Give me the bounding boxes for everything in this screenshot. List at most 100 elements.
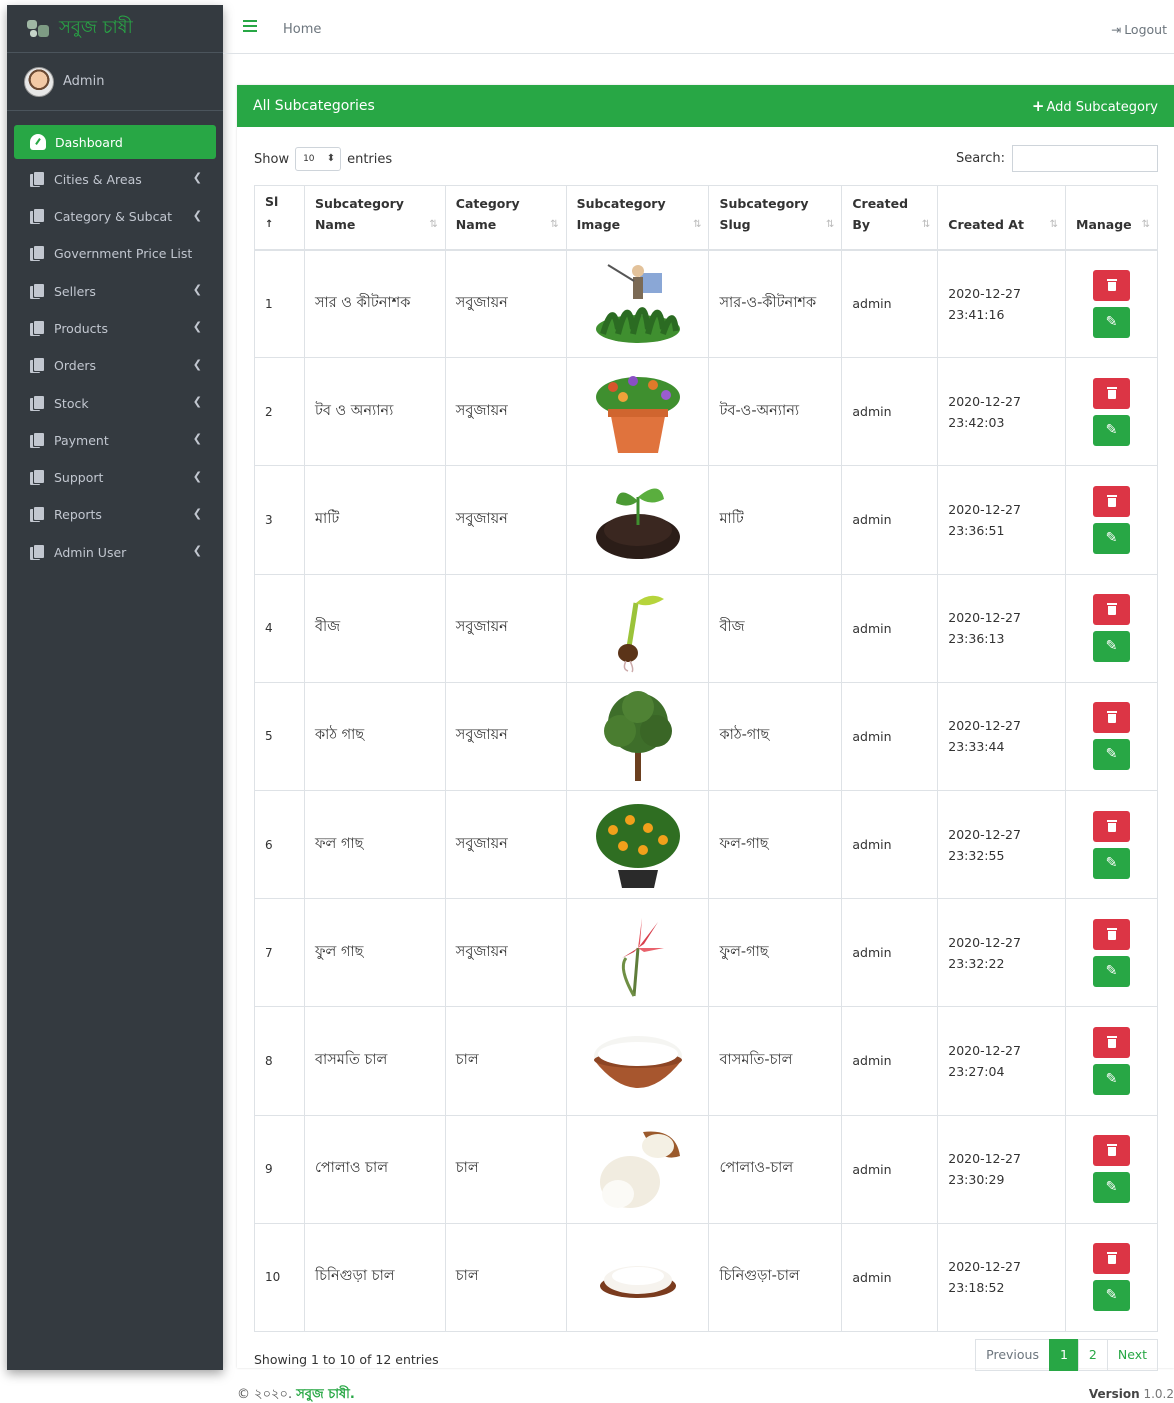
column-header[interactable]: Manage ⇅ xyxy=(1065,185,1158,251)
sidebar-item-government-price-list[interactable]: Government Price List xyxy=(14,237,216,271)
delete-button[interactable] xyxy=(1093,594,1131,626)
cell-subcategory-slug: পোলাও-চাল xyxy=(708,1114,843,1224)
trash-icon xyxy=(1106,1144,1117,1157)
sidebar-item-payment[interactable]: Payment ❮ xyxy=(14,423,216,457)
page-2-button[interactable]: 2 xyxy=(1077,1339,1108,1371)
edit-button[interactable]: ✎ xyxy=(1093,1280,1131,1312)
created-time: 23:18:52 xyxy=(948,1280,1005,1296)
column-header[interactable]: Subcategory Image ⇅ xyxy=(565,185,710,251)
edit-button[interactable]: ✎ xyxy=(1093,306,1131,338)
cell-created-at: 2020-12-27 23:32:55 xyxy=(937,789,1067,900)
cell-created-by: admin xyxy=(841,1114,939,1224)
next-page-button[interactable]: Next xyxy=(1106,1339,1158,1371)
edit-button[interactable]: ✎ xyxy=(1093,955,1131,987)
previous-page-button[interactable]: Previous xyxy=(975,1339,1050,1371)
entries-label: entries xyxy=(347,151,393,167)
sidebar-item-cities-areas[interactable]: Cities & Areas ❮ xyxy=(14,162,216,196)
page-1-button[interactable]: 1 xyxy=(1048,1339,1079,1371)
delete-button[interactable] xyxy=(1093,1026,1131,1058)
column-header[interactable]: Subcategory Name ⇅ xyxy=(303,185,446,251)
page-length-select[interactable]: 10 xyxy=(295,147,342,171)
cell-created-at: 2020-12-27 23:18:52 xyxy=(937,1222,1067,1332)
logout-link[interactable]: ⇥ Logout xyxy=(1111,22,1167,37)
sidebar-item-sellers[interactable]: Sellers ❮ xyxy=(14,274,216,308)
cell-category-name: সবুজায়ন xyxy=(444,789,567,900)
add-subcategory-label: Add Subcategory xyxy=(1046,100,1159,115)
created-date: 2020-12-27 xyxy=(948,393,1021,409)
delete-button[interactable] xyxy=(1093,485,1131,517)
chevron-left-icon: ❮ xyxy=(192,171,202,185)
version-value: 1.0.2 xyxy=(1143,1387,1174,1401)
created-by: admin xyxy=(852,1161,892,1177)
sidebar-item-reports[interactable]: Reports ❮ xyxy=(14,498,216,532)
pencil-icon: ✎ xyxy=(1105,1287,1118,1304)
subcategory-name: টব ও অন্যান্য xyxy=(314,402,394,419)
cell-serial: 4 xyxy=(254,573,305,683)
subcategory-name: কাঠ গাছ xyxy=(314,727,365,744)
sidebar-item-products[interactable]: Products ❮ xyxy=(14,311,216,345)
column-header[interactable]: Created By ⇅ xyxy=(841,185,939,251)
sidebar-item-dashboard[interactable]: Dashboard xyxy=(14,125,216,159)
delete-button[interactable] xyxy=(1093,377,1131,409)
cell-manage: ✎ xyxy=(1065,248,1158,359)
edit-button[interactable]: ✎ xyxy=(1093,847,1131,879)
table-row: 7 ফুল গাছ সবুজায়ন ফুল-গাছ admin 2020-12-27 23… xyxy=(254,898,1158,1008)
pencil-icon: ✎ xyxy=(1105,313,1118,330)
sidebar-item-label: Category & Subcat xyxy=(54,209,173,225)
created-by: admin xyxy=(852,728,892,744)
column-header-line: Created xyxy=(852,195,909,211)
column-header[interactable]: Created At ⇅ xyxy=(937,185,1067,251)
add-subcategory-button[interactable]: + Add Subcategory xyxy=(1032,97,1158,115)
delete-button[interactable] xyxy=(1093,269,1131,301)
chevron-left-icon: ❮ xyxy=(192,544,202,558)
subcategory-name: চিনিগুড়া চাল xyxy=(314,1268,395,1285)
cell-subcategory-image xyxy=(565,1114,710,1224)
delete-button[interactable] xyxy=(1093,1135,1131,1167)
column-header-line: Manage xyxy=(1076,216,1132,232)
cell-manage: ✎ xyxy=(1065,465,1158,575)
column-header[interactable]: Subcategory Slug ⇅ xyxy=(708,185,843,251)
delete-button[interactable] xyxy=(1093,810,1131,842)
search-input[interactable] xyxy=(1012,145,1158,172)
page-length-control: Show 10 entries xyxy=(254,147,392,171)
cell-subcategory-image xyxy=(565,1006,710,1116)
cell-manage: ✎ xyxy=(1065,1114,1158,1224)
menu-toggle-icon[interactable] xyxy=(243,20,257,32)
delete-button[interactable] xyxy=(1093,918,1131,950)
column-header[interactable]: Category Name ⇅ xyxy=(444,185,567,251)
plus-icon: + xyxy=(1031,97,1045,115)
footer-brand-link[interactable]: সবুজ চাষী. xyxy=(296,1387,355,1402)
edit-button[interactable]: ✎ xyxy=(1093,414,1131,446)
delete-button[interactable] xyxy=(1093,1243,1131,1275)
edit-button[interactable]: ✎ xyxy=(1093,522,1131,554)
sidebar-item-orders[interactable]: Orders ❮ xyxy=(14,349,216,383)
home-link[interactable]: Home xyxy=(283,22,321,37)
cell-subcategory-slug: ফল-গাছ xyxy=(708,789,843,900)
edit-button[interactable]: ✎ xyxy=(1093,1172,1131,1204)
created-time: 23:36:51 xyxy=(948,522,1005,538)
sidebar-item-admin-user[interactable]: Admin User ❮ xyxy=(14,535,216,569)
copy-icon xyxy=(30,320,45,336)
edit-button[interactable]: ✎ xyxy=(1093,1063,1131,1095)
sidebar-item-category-subcat[interactable]: Category & Subcat ❮ xyxy=(14,200,216,234)
cell-serial: 7 xyxy=(254,898,305,1008)
created-by: admin xyxy=(852,620,892,636)
cell-subcategory-name: টব ও অন্যান্য xyxy=(303,357,446,467)
copy-icon xyxy=(30,544,45,560)
edit-button[interactable]: ✎ xyxy=(1093,739,1131,771)
delete-button[interactable] xyxy=(1093,702,1131,734)
column-header[interactable]: Sl ↑ xyxy=(254,185,305,251)
edit-button[interactable]: ✎ xyxy=(1093,631,1131,663)
column-header-line: Subcategory xyxy=(719,195,809,211)
table-info: Showing 1 to 10 of 12 entries xyxy=(254,1352,439,1367)
table-row: 3 মাটি সবুজায়ন মাটি admin 2020-12-27 23:36:51… xyxy=(254,465,1158,575)
subcategory-image xyxy=(588,367,688,457)
cell-subcategory-name: ফল গাছ xyxy=(303,789,446,900)
brand[interactable]: সবুজ চাষী xyxy=(7,5,223,53)
user-panel[interactable]: Admin xyxy=(7,53,223,111)
sidebar-item-stock[interactable]: Stock ❮ xyxy=(14,386,216,420)
cell-serial: 8 xyxy=(254,1006,305,1116)
cell-subcategory-slug: চিনিগুড়া-চাল xyxy=(708,1222,843,1332)
sidebar-item-support[interactable]: Support ❮ xyxy=(14,461,216,495)
cell-serial: 5 xyxy=(254,681,305,791)
